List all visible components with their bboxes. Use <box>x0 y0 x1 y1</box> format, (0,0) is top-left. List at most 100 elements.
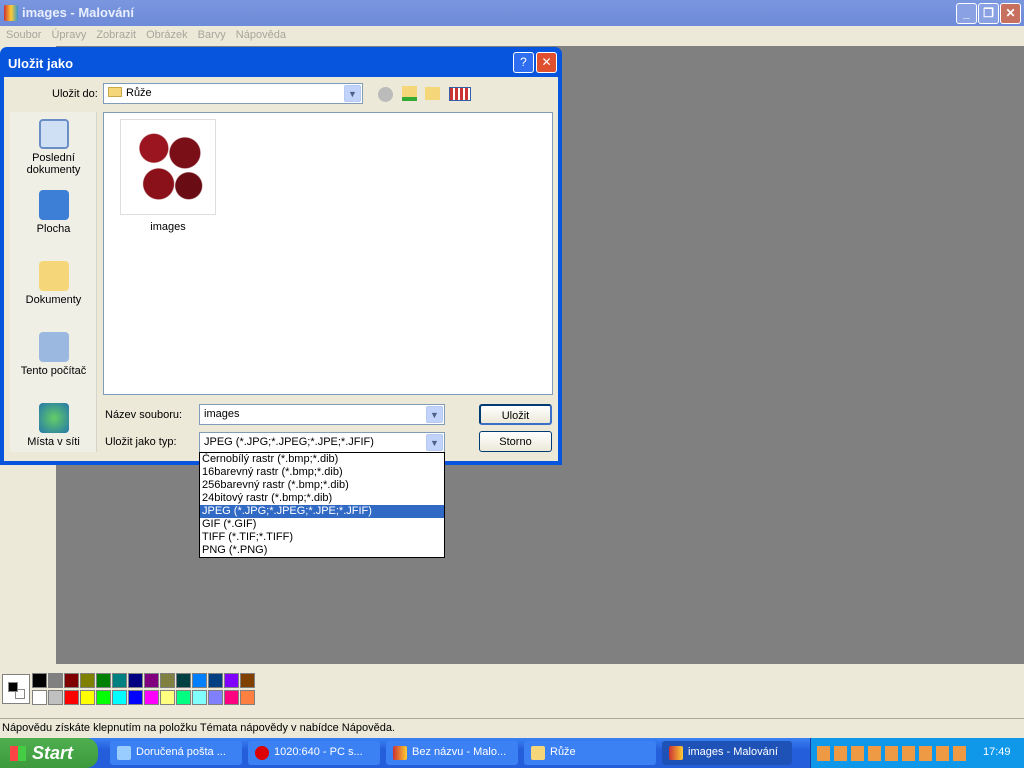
color-swatch[interactable] <box>144 673 159 688</box>
menu-barvy[interactable]: Barvy <box>192 26 230 41</box>
color-swatch[interactable] <box>80 690 95 705</box>
maximize-button[interactable]: ❐ <box>978 3 999 24</box>
recent-documents-icon <box>38 119 69 149</box>
task-mail[interactable]: Doručená pošta ... <box>110 741 242 765</box>
menu-napoveda[interactable]: Nápověda <box>230 26 290 41</box>
back-icon[interactable] <box>378 87 393 102</box>
menu-obrazek[interactable]: Obrázek <box>140 26 192 41</box>
task-label: 1020:640 - PC s... <box>274 746 363 758</box>
chevron-down-icon[interactable]: ▼ <box>344 85 361 102</box>
file-type-option[interactable]: JPEG (*.JPG;*.JPEG;*.JPE;*.JFIF) <box>200 505 444 518</box>
color-swatch[interactable] <box>240 673 255 688</box>
color-swatch[interactable] <box>96 690 111 705</box>
file-type-option[interactable]: PNG (*.PNG) <box>200 544 444 557</box>
place-computer[interactable]: Tento počítač <box>10 332 97 377</box>
color-swatch[interactable] <box>32 673 47 688</box>
save-as-dialog: Uložit jako ? ✕ Uložit do: Růže ▼ Posled… <box>0 47 562 465</box>
task-label: images - Malování <box>688 746 778 758</box>
places-bar: Poslední dokumenty Plocha Dokumenty Tent… <box>10 112 97 452</box>
color-swatch[interactable] <box>64 690 79 705</box>
file-type-option[interactable]: 256barevný rastr (*.bmp;*.dib) <box>200 479 444 492</box>
color-swatch[interactable] <box>224 690 239 705</box>
filename-value: images <box>204 408 240 420</box>
save-in-combo[interactable]: Růže ▼ <box>103 83 363 104</box>
dialog-title: Uložit jako <box>8 56 74 71</box>
place-label: Dokumenty <box>25 294 82 306</box>
title-bar: images - Malování _ ❐ ✕ <box>0 0 1024 26</box>
color-swatch[interactable] <box>96 673 111 688</box>
dialog-close-button[interactable]: ✕ <box>536 52 557 73</box>
documents-folder-icon <box>38 261 69 291</box>
paint-icon <box>393 746 407 760</box>
tray-icons[interactable] <box>817 746 967 761</box>
menu-zobrazit[interactable]: Zobrazit <box>90 26 140 41</box>
place-label: Poslední dokumenty <box>26 152 81 176</box>
color-swatch[interactable] <box>208 673 223 688</box>
task-paint-images[interactable]: images - Malování <box>662 741 792 765</box>
color-swatch[interactable] <box>128 690 143 705</box>
color-swatch[interactable] <box>48 690 63 705</box>
up-folder-icon[interactable] <box>402 86 417 101</box>
file-type-option[interactable]: GIF (*.GIF) <box>200 518 444 531</box>
color-swatch[interactable] <box>240 690 255 705</box>
file-type-dropdown-list: Černobílý rastr (*.bmp;*.dib) 16barevný r… <box>199 452 445 558</box>
current-colors <box>2 674 30 704</box>
place-desktop[interactable]: Plocha <box>10 190 97 235</box>
color-swatch[interactable] <box>80 673 95 688</box>
file-list: images <box>103 112 553 395</box>
color-swatch[interactable] <box>144 690 159 705</box>
windows-logo-icon <box>10 746 26 761</box>
color-swatch[interactable] <box>112 690 127 705</box>
color-swatch[interactable] <box>112 673 127 688</box>
folder-icon <box>531 746 545 760</box>
menu-upravy[interactable]: Úpravy <box>45 26 90 41</box>
color-swatch[interactable] <box>32 690 47 705</box>
place-label: Místa v síti <box>27 436 80 448</box>
color-swatch[interactable] <box>224 673 239 688</box>
taskbar: Start Doručená pošta ... 1020:640 - PC s… <box>0 738 1024 768</box>
chevron-down-icon[interactable]: ▼ <box>426 434 443 451</box>
file-type-option[interactable]: TIFF (*.TIF;*.TIFF) <box>200 531 444 544</box>
color-swatch[interactable] <box>160 673 175 688</box>
view-menu-icon[interactable] <box>449 87 471 101</box>
color-swatch[interactable] <box>160 690 175 705</box>
close-button[interactable]: ✕ <box>1000 3 1021 24</box>
help-button[interactable]: ? <box>513 52 534 73</box>
chevron-down-icon[interactable]: ▼ <box>426 406 443 423</box>
task-paint-untitled[interactable]: Bez názvu - Malo... <box>386 741 518 765</box>
color-swatch[interactable] <box>176 690 191 705</box>
place-documents[interactable]: Dokumenty <box>10 261 97 306</box>
color-swatch[interactable] <box>192 690 207 705</box>
color-swatch[interactable] <box>176 673 191 688</box>
task-folder[interactable]: Růže <box>524 741 656 765</box>
color-swatch[interactable] <box>208 690 223 705</box>
mail-icon <box>117 746 131 760</box>
file-item[interactable]: images <box>120 119 216 233</box>
color-swatch[interactable] <box>128 673 143 688</box>
color-swatch[interactable] <box>64 673 79 688</box>
save-in-label: Uložit do: <box>52 88 98 100</box>
file-type-option[interactable]: 24bitový rastr (*.bmp;*.dib) <box>200 492 444 505</box>
filename-input[interactable]: images ▼ <box>199 404 445 425</box>
place-recent[interactable]: Poslední dokumenty <box>10 119 97 176</box>
file-type-option[interactable]: Černobílý rastr (*.bmp;*.dib) <box>200 453 444 466</box>
file-type-option[interactable]: 16barevný rastr (*.bmp;*.dib) <box>200 466 444 479</box>
file-type-select[interactable]: JPEG (*.JPG;*.JPEG;*.JPE;*.JFIF) ▼ <box>199 432 445 453</box>
new-folder-icon[interactable] <box>425 87 440 100</box>
file-name: images <box>150 221 186 233</box>
menu-soubor[interactable]: Soubor <box>0 26 45 41</box>
system-tray: 17:49 <box>810 738 1024 768</box>
task-label: Doručená pošta ... <box>136 746 226 758</box>
cancel-button[interactable]: Storno <box>479 431 552 452</box>
minimize-button[interactable]: _ <box>956 3 977 24</box>
paint-app-icon <box>4 5 18 21</box>
color-swatch[interactable] <box>192 673 207 688</box>
file-type-value: JPEG (*.JPG;*.JPEG;*.JPE;*.JFIF) <box>204 436 374 448</box>
start-button[interactable]: Start <box>0 738 98 768</box>
color-palette <box>0 671 260 707</box>
menu-bar: Soubor Úpravy Zobrazit Obrázek Barvy Nápověda <box>0 26 1024 45</box>
place-network[interactable]: Místa v síti <box>10 403 97 448</box>
color-swatch[interactable] <box>48 673 63 688</box>
save-button[interactable]: Uložit <box>479 404 552 425</box>
task-opera[interactable]: 1020:640 - PC s... <box>248 741 380 765</box>
